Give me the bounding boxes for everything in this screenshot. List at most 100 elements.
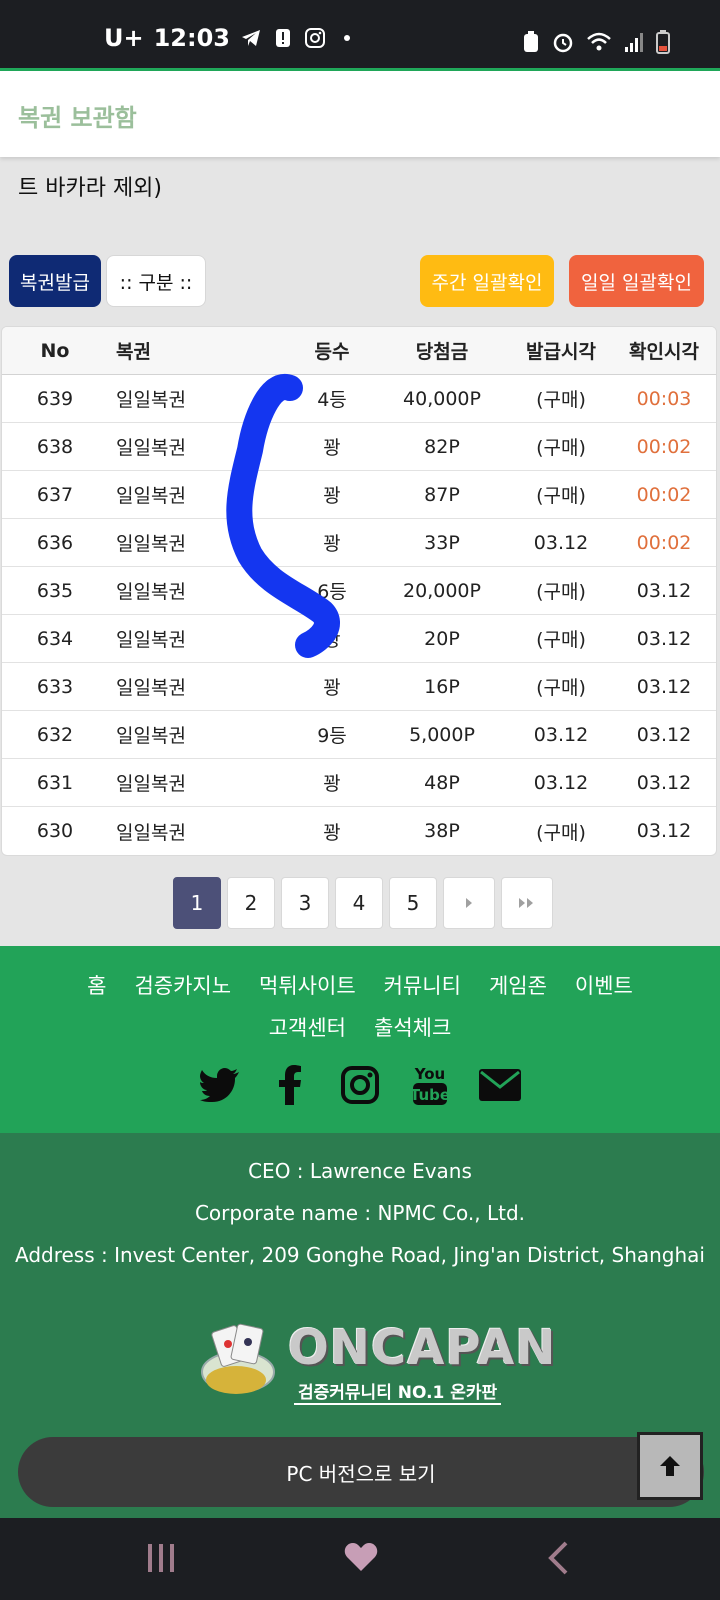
cell-prize: 5,000P (409, 723, 475, 746)
table-row[interactable]: 634 일일복권 꽝 20P (구매) 03.12 (2, 615, 716, 663)
page-3-button[interactable]: 3 (281, 877, 329, 929)
cell-rank: 꽝 (323, 629, 341, 651)
table-row[interactable]: 638 일일복권 꽝 82P (구매) 00:02 (2, 423, 716, 471)
cell-rank: 4등 (317, 389, 347, 411)
cell-no: 633 (36, 675, 74, 698)
next-page-button[interactable] (443, 877, 495, 929)
scroll-top-button[interactable] (637, 1432, 703, 1500)
twitter-icon[interactable] (197, 1062, 243, 1108)
cell-lottery: 일일복권 (116, 821, 186, 844)
corporate-name-text: Corporate name : NPMC Co., Ltd. (194, 1201, 526, 1225)
cell-no: 639 (36, 387, 74, 410)
cell-prize: 33P (424, 531, 460, 554)
email-icon[interactable] (477, 1062, 523, 1108)
category-select[interactable]: :: 구분 :: (106, 255, 206, 307)
cell-check-time: 00:03 (636, 387, 692, 410)
instagram-status-icon (304, 27, 326, 49)
page-2-button[interactable]: 2 (227, 877, 275, 929)
cell-issue-time: 03.12 (533, 531, 589, 554)
cell-no: 637 (36, 483, 74, 506)
cell-check-time: 00:02 (636, 531, 692, 554)
cell-prize: 48P (424, 771, 460, 794)
alert-icon (272, 27, 294, 49)
page-1-button[interactable]: 1 (173, 877, 221, 929)
cell-no: 632 (36, 723, 74, 746)
facebook-icon[interactable] (267, 1062, 313, 1108)
issue-lottery-button[interactable]: 복권발급 (9, 255, 101, 307)
footer-link-support[interactable]: 고객센터 (269, 1012, 346, 1042)
alarm-icon (552, 31, 574, 57)
table-row[interactable]: 630 일일복권 꽝 38P (구매) 03.12 (2, 807, 716, 855)
table-row[interactable]: 633 일일복권 꽝 16P (구매) 03.12 (2, 663, 716, 711)
pc-version-button[interactable]: PC 버전으로 보기 (18, 1437, 704, 1507)
youtube-icon[interactable]: You Tube (407, 1062, 453, 1108)
cell-check-time: 03.12 (636, 820, 692, 842)
cell-prize: 87P (424, 483, 460, 506)
cell-issue-time: (구매) (536, 581, 586, 603)
footer-link-scam-sites[interactable]: 먹튀사이트 (259, 970, 356, 1000)
weekly-check-all-button[interactable]: 주간 일괄확인 (420, 255, 554, 307)
clock: 12:03 (153, 24, 231, 52)
last-page-button[interactable] (501, 877, 553, 929)
page-5-button[interactable]: 5 (389, 877, 437, 929)
status-bar: U+ 12:03 (0, 0, 720, 68)
cell-issue-time: (구매) (536, 437, 586, 459)
logo-wordmark: ONCAPAN (288, 1320, 557, 1376)
signal-icon (624, 31, 644, 57)
back-icon[interactable] (546, 1540, 572, 1580)
cell-prize: 40,000P (403, 387, 481, 410)
footer-link-community[interactable]: 커뮤니티 (384, 970, 461, 1000)
daily-check-all-button[interactable]: 일일 일괄확인 (569, 255, 704, 307)
cell-issue-time: 03.12 (533, 723, 589, 746)
cell-check-time: 03.12 (636, 579, 692, 602)
cell-no: 636 (36, 531, 74, 554)
footer-nav: 홈 검증카지노 먹튀사이트 커뮤니티 게임존 이벤트 고객센터 출석체크 You… (0, 946, 720, 1133)
table-row[interactable]: 639 일일복권 4등 40,000P (구매) 00:03 (2, 375, 716, 423)
cell-issue-time: (구매) (536, 485, 586, 507)
table-row[interactable]: 631 일일복권 꽝 48P 03.12 03.12 (2, 759, 716, 807)
cell-lottery: 일일복권 (116, 485, 186, 507)
cell-lottery: 일일복권 (116, 437, 186, 459)
cell-no: 634 (36, 627, 74, 650)
cell-no: 638 (36, 435, 74, 458)
cell-check-time: 00:02 (636, 483, 692, 506)
table-header: No 복권 등수 당첨금 발급시각 확인시각 (2, 327, 716, 375)
footer-link-game-zone[interactable]: 게임존 (489, 970, 547, 1000)
footer-link-home[interactable]: 홈 (87, 970, 106, 1000)
table-row[interactable]: 632 일일복권 9등 5,000P 03.12 03.12 (2, 711, 716, 759)
address-text: Address : Invest Center, 209 Gonghe Road… (15, 1243, 705, 1267)
cell-rank: 꽝 (323, 437, 341, 459)
cell-rank: 꽝 (323, 773, 341, 795)
svg-text:You: You (414, 1065, 445, 1083)
cards-chips-icon (201, 1323, 275, 1394)
instagram-icon[interactable] (337, 1062, 383, 1108)
table-row[interactable]: 635 일일복권 6등 20,000P (구매) 03.12 (2, 567, 716, 615)
home-heart-icon[interactable] (344, 1540, 378, 1578)
footer-link-event[interactable]: 이벤트 (575, 970, 633, 1000)
cell-check-time: 00:02 (636, 435, 692, 458)
col-header-lottery: 복권 (116, 341, 151, 363)
cell-issue-time: 03.12 (533, 771, 589, 794)
table-row[interactable]: 637 일일복권 꽝 87P (구매) 00:02 (2, 471, 716, 519)
cell-prize: 16P (424, 675, 460, 698)
cell-prize: 82P (424, 435, 460, 458)
carrier-label: U+ (104, 24, 144, 52)
last-arrow-icon (519, 898, 533, 908)
footer-link-verified-casino[interactable]: 검증카지노 (134, 970, 231, 1000)
col-header-prize: 당첨금 (415, 341, 469, 363)
recent-apps-icon[interactable] (146, 1540, 176, 1580)
cell-issue-time: (구매) (536, 389, 586, 411)
col-header-check-time: 확인시각 (629, 341, 699, 363)
page-4-button[interactable]: 4 (335, 877, 383, 929)
cell-check-time: 03.12 (636, 675, 692, 698)
cell-prize: 38P (424, 820, 460, 842)
pagination: 1 2 3 4 5 (173, 877, 553, 929)
cell-lottery: 일일복권 (116, 581, 186, 603)
footer-link-attendance[interactable]: 출석체크 (374, 1012, 451, 1042)
next-arrow-icon (466, 898, 472, 908)
site-logo[interactable]: ONCAPAN 검증커뮤니티 NO.1 온카판 (198, 1318, 555, 1408)
cell-issue-time: (구매) (536, 677, 586, 699)
table-row[interactable]: 636 일일복권 꽝 33P 03.12 00:02 (2, 519, 716, 567)
telegram-icon (240, 27, 262, 49)
cell-issue-time: (구매) (536, 629, 586, 651)
